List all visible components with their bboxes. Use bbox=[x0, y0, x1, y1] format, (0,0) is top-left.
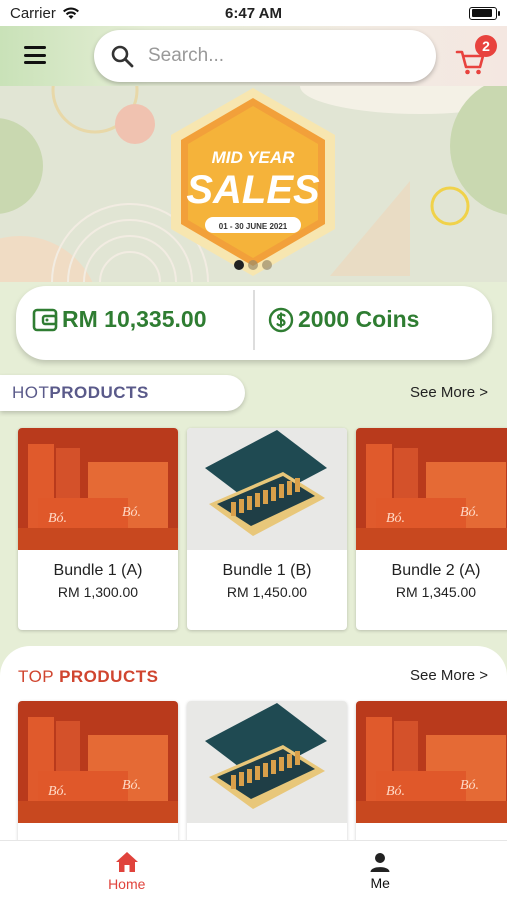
product-image: Bó. Bó. bbox=[356, 428, 507, 550]
top-products-title: TOP PRODUCTS bbox=[18, 667, 158, 687]
product-card[interactable]: Bundle 1 (B) RM 1,450.00 bbox=[187, 428, 347, 630]
svg-text:Bó.: Bó. bbox=[48, 511, 67, 526]
carrier-label: Carrier bbox=[10, 4, 56, 22]
banner-image: MID YEAR SALES 01 - 30 JUNE 2021 bbox=[0, 86, 507, 282]
product-image: Bó. Bó. bbox=[18, 701, 178, 823]
cart-count-badge: 2 bbox=[475, 35, 497, 57]
coins-balance[interactable]: 2000 Coins bbox=[268, 306, 419, 333]
product-name: Bundle 1 (B) bbox=[222, 562, 312, 579]
hot-see-more-link[interactable]: See More > bbox=[410, 384, 488, 401]
product-price: RM 1,450.00 bbox=[226, 584, 308, 600]
wallet-balance[interactable]: RM 10,335.00 bbox=[32, 306, 206, 333]
cart-button[interactable]: 2 bbox=[455, 35, 497, 75]
svg-text:Bó.: Bó. bbox=[122, 505, 141, 520]
hot-title-prefix: HOT bbox=[12, 383, 50, 402]
top-title-prefix: TOP bbox=[18, 667, 60, 686]
status-left: Carrier bbox=[10, 5, 80, 22]
person-icon bbox=[370, 852, 390, 872]
product-card[interactable]: Bó. Bó. Bundle 2 (A) RM 1,345.00 bbox=[356, 428, 507, 630]
product-card[interactable]: Bó. Bó. Bundle 1 (A) RM 1,300.00 bbox=[18, 428, 178, 630]
status-bar: Carrier 6:47 AM bbox=[0, 0, 507, 26]
product-image bbox=[187, 428, 347, 550]
svg-text:Bó.: Bó. bbox=[460, 505, 479, 520]
battery-icon bbox=[469, 6, 500, 20]
search-input[interactable] bbox=[148, 45, 388, 67]
carousel-dot[interactable] bbox=[234, 260, 244, 270]
banner-dates: 01 - 30 JUNE 2021 bbox=[219, 222, 288, 231]
menu-icon[interactable] bbox=[24, 46, 46, 64]
tab-home-label: Home bbox=[108, 875, 146, 892]
banner-line1: MID YEAR bbox=[212, 148, 296, 167]
wifi-icon bbox=[62, 7, 79, 19]
product-image: Bó. Bó. bbox=[356, 701, 507, 823]
app-bar: 2 bbox=[0, 26, 507, 86]
svg-text:Bó.: Bó. bbox=[386, 784, 405, 799]
dollar-coin-icon bbox=[268, 307, 294, 332]
tab-me[interactable]: Me bbox=[254, 841, 507, 900]
search-bar[interactable] bbox=[94, 30, 436, 82]
banner-line2: SALES bbox=[186, 168, 320, 212]
wallet-icon bbox=[32, 308, 58, 331]
svg-text:Bó.: Bó. bbox=[460, 778, 479, 793]
product-image bbox=[187, 701, 347, 823]
hot-title-word: PRODUCTS bbox=[49, 383, 149, 402]
product-name: Bundle 2 (A) bbox=[391, 562, 481, 579]
svg-text:Bó.: Bó. bbox=[122, 778, 141, 793]
wallet-divider bbox=[253, 290, 255, 350]
svg-text:Bó.: Bó. bbox=[386, 511, 405, 526]
home-icon bbox=[115, 851, 138, 872]
top-title-word: PRODUCTS bbox=[59, 667, 159, 686]
top-see-more-link[interactable]: See More > bbox=[410, 667, 488, 684]
carousel-dot[interactable] bbox=[262, 260, 272, 270]
product-name: Bundle 1 (A) bbox=[53, 562, 143, 579]
product-price: RM 1,300.00 bbox=[57, 584, 139, 600]
product-price: RM 1,345.00 bbox=[395, 584, 477, 600]
wallet-card: RM 10,335.00 2000 Coins bbox=[16, 286, 492, 360]
carousel-dot[interactable] bbox=[248, 260, 258, 270]
tab-me-label: Me bbox=[370, 874, 390, 891]
coins-value: 2000 Coins bbox=[298, 306, 420, 332]
top-products-header: TOP PRODUCTS See More > bbox=[0, 658, 507, 698]
wallet-balance-value: RM 10,335.00 bbox=[62, 306, 207, 332]
search-icon bbox=[111, 45, 134, 68]
promo-banner[interactable]: MID YEAR SALES 01 - 30 JUNE 2021 bbox=[0, 86, 507, 282]
hot-products-title: HOT PRODUCTS bbox=[0, 375, 245, 411]
hot-products-header: HOT PRODUCTS See More > bbox=[0, 375, 507, 415]
carousel-indicator bbox=[234, 260, 272, 270]
bottom-nav: Home Me bbox=[0, 840, 507, 900]
svg-text:Bó.: Bó. bbox=[48, 784, 67, 799]
tab-home[interactable]: Home bbox=[0, 841, 254, 900]
product-image: Bó. Bó. bbox=[18, 428, 178, 550]
